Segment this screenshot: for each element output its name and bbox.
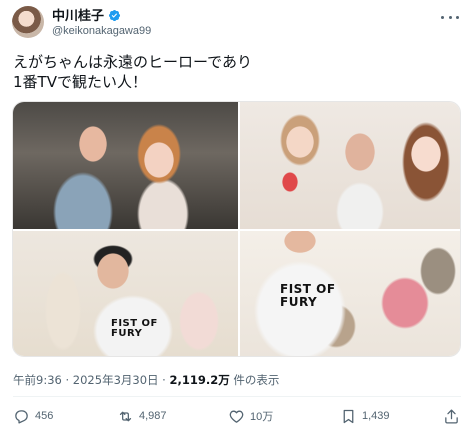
tweet-text-line: えがちゃんは永遠のヒーローであり [13, 53, 252, 71]
tweet-text-line: 1番TVで観たい人！ [13, 73, 147, 91]
tweet-meta: 午前9:36 · 2025年3月30日 · 2,119.2万 件の表示 [13, 372, 279, 388]
avatar[interactable] [12, 6, 44, 38]
reply-icon [15, 409, 28, 424]
shirt-print-line: FURY [280, 295, 318, 309]
bookmark-count: 1,439 [362, 410, 390, 422]
verified-badge-icon [108, 9, 121, 22]
more-icon[interactable] [441, 12, 459, 22]
views-count[interactable]: 2,119.2万 [169, 373, 229, 387]
bookmark-button[interactable]: 1,439 [340, 405, 390, 427]
author-name-row[interactable]: 中川桂子 [52, 8, 121, 23]
photo-4[interactable]: FIST OF FURY [240, 231, 460, 356]
post-time[interactable]: 午前9:36 [13, 373, 62, 387]
bookmark-icon [343, 409, 354, 423]
tweet-card: 中川桂子 @keikonakagawa99 えがちゃんは永遠のヒーローであり 1… [0, 0, 473, 436]
post-date[interactable]: 2025年3月30日 [73, 373, 159, 387]
user-handle[interactable]: @keikonakagawa99 [52, 25, 151, 38]
share-icon [445, 408, 458, 424]
photo-1[interactable] [13, 102, 238, 229]
views-label: 件の表示 [233, 373, 280, 387]
like-count: 10万 [250, 411, 274, 423]
heart-icon [229, 410, 244, 423]
repost-count: 4,987 [139, 410, 167, 422]
shirt-print: FIST OF FURY [111, 319, 158, 339]
display-name[interactable]: 中川桂子 [52, 8, 104, 23]
tweet-text: えがちゃんは永遠のヒーローであり 1番TVで観たい人！ [13, 52, 453, 92]
more-dot [441, 15, 444, 19]
photo-3[interactable]: FIST OF FURY [13, 231, 238, 356]
share-button[interactable] [443, 405, 460, 427]
more-dot [448, 15, 452, 19]
shirt-print: FIST OF FURY [280, 283, 336, 309]
action-bar: 456 4,987 10万 1,439 [13, 405, 461, 427]
shirt-print-line: FURY [111, 328, 143, 339]
reply-button[interactable]: 456 [13, 405, 53, 427]
media-grid: FIST OF FURY FIST OF FURY [12, 101, 461, 357]
meta-separator: · [162, 373, 166, 387]
meta-separator: · [65, 373, 70, 387]
like-button[interactable]: 10万 [228, 405, 273, 427]
more-dot [456, 15, 459, 19]
reply-count: 456 [35, 410, 54, 422]
repost-icon [119, 411, 132, 421]
repost-button[interactable]: 4,987 [117, 405, 167, 427]
photo-2[interactable] [240, 102, 460, 229]
divider [13, 396, 461, 397]
